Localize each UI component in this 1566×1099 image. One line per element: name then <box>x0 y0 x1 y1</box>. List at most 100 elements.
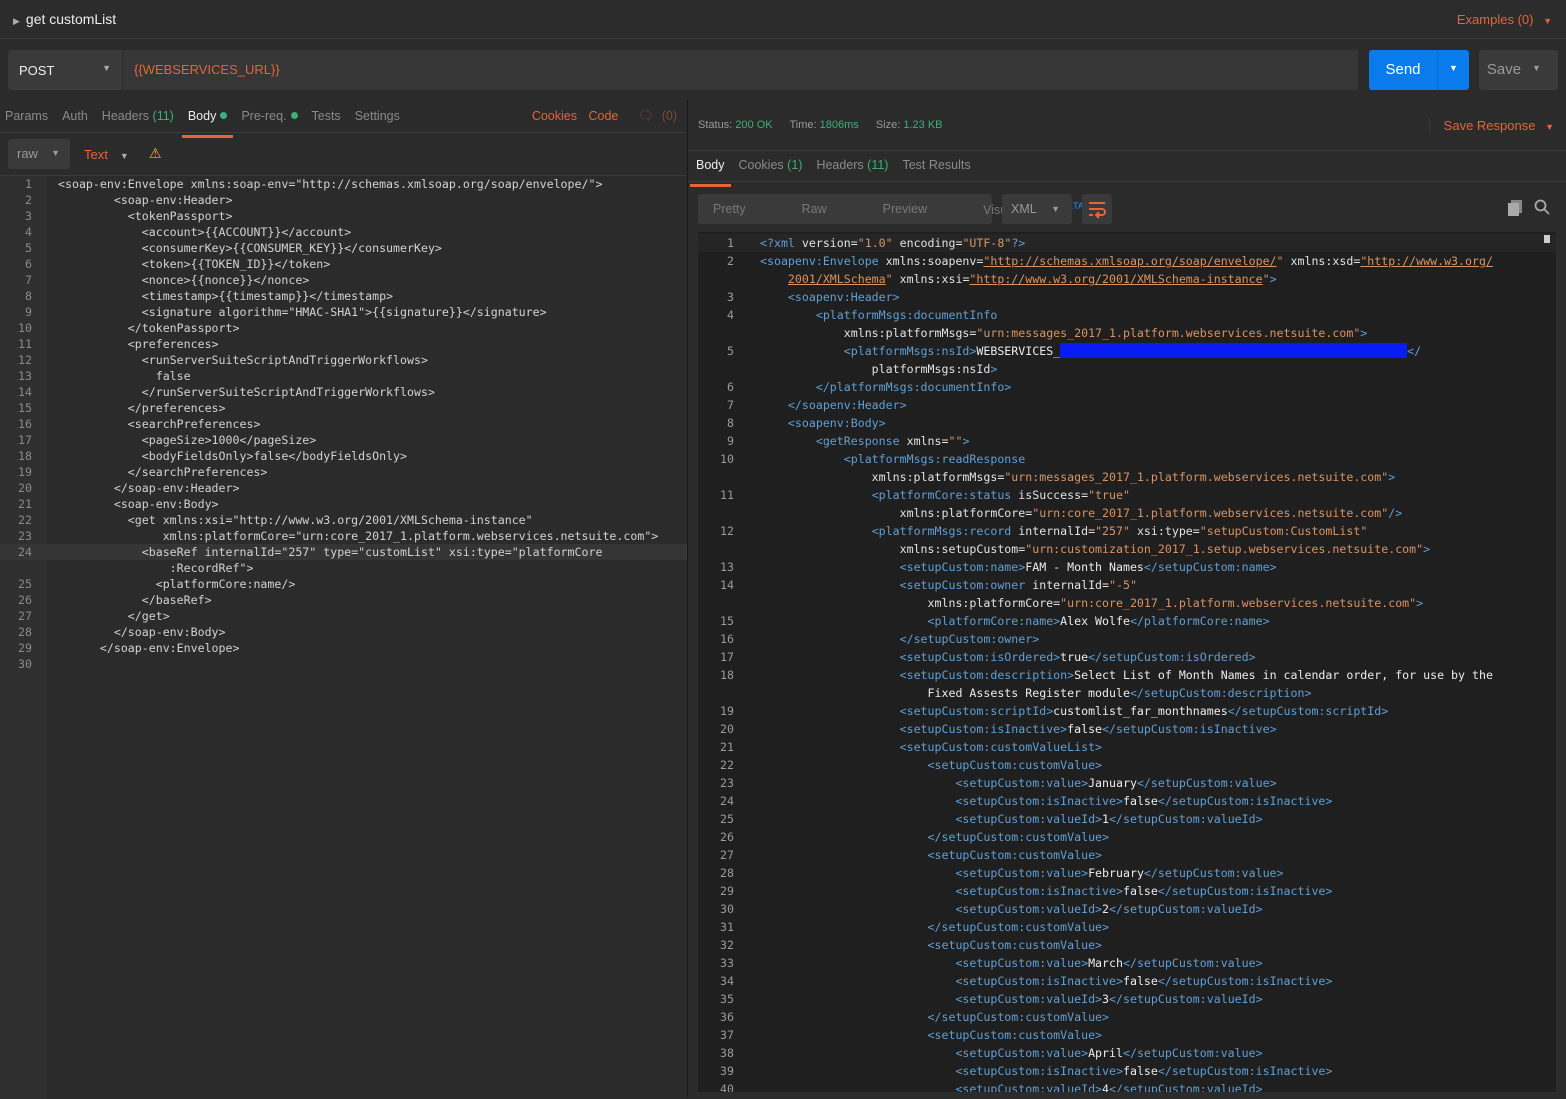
code-line: 22 <setupCustom:customValue> <box>698 756 1556 774</box>
line-text: <setupCustom:scriptId>customlist_far_mon… <box>899 704 1389 718</box>
code-line: 38 <setupCustom:value>April</setupCustom… <box>698 1044 1556 1062</box>
line-text: <platformMsgs:readResponse <box>843 452 1026 466</box>
examples-dropdown[interactable]: Examples (0) ▼ <box>1457 12 1552 27</box>
tab-label: Cookies <box>738 158 784 172</box>
body-mode-select[interactable]: raw ▼ <box>8 139 70 169</box>
tab-settings[interactable]: Settings <box>355 109 400 131</box>
tab-label: Body <box>696 158 725 172</box>
caret-right-icon[interactable]: ▶ <box>13 16 20 26</box>
line-number: 21 <box>720 740 734 754</box>
code-line: 27 </get> <box>0 608 687 624</box>
line-text: <setupCustom:description>Select List of … <box>899 668 1493 682</box>
response-body-viewer[interactable]: 1 <?xml version="1.0" encoding="UTF-8"?> 2… <box>698 232 1556 1092</box>
request-title-text: get customList <box>25 11 117 27</box>
send-options-caret-icon[interactable]: ▼ <box>1437 50 1469 90</box>
copy-icon[interactable] <box>1508 200 1522 219</box>
request-body-editor[interactable]: 1 <soap-env:Envelope xmlns:soap-env="http… <box>0 175 687 1099</box>
tab-pre-req[interactable]: Pre-req. <box>241 109 298 131</box>
response-tabs: Body Cookies (1) Headers (11) Test Results <box>690 158 985 187</box>
code-line: 23 xmlns:platformCore="urn:core_2017_1.p… <box>0 528 687 544</box>
request-panel: Params Auth Headers (11) Body Pre-req. Tests S… <box>0 100 687 1099</box>
cookies-link[interactable]: Cookies <box>532 109 577 123</box>
line-number: 5 <box>727 344 734 358</box>
line-number: 40 <box>720 1082 734 1092</box>
method-select[interactable]: POST ▼ <box>8 50 122 90</box>
line-number: 31 <box>720 920 734 934</box>
tab-body[interactable]: Body <box>181 109 233 138</box>
tab-headers[interactable]: Headers (11) <box>816 158 888 180</box>
code-line: 22 <get xmlns:xsi="http://www.w3.org/200… <box>0 512 687 528</box>
code-line: xmlns:platformMsgs="urn:messages_2017_1.… <box>698 324 1556 342</box>
line-number: 20 <box>720 722 734 736</box>
tab-label: Pre-req. <box>241 109 287 123</box>
line-number: 24 <box>18 545 32 559</box>
code-line: 14 <setupCustom:owner internalId="-5" <box>698 576 1556 594</box>
line-number: 14 <box>720 578 734 592</box>
line-text: <platformCore:name>Alex Wolfe</platformC… <box>927 614 1270 628</box>
code-link[interactable]: Code <box>588 109 618 123</box>
warning-icon[interactable]: ⚠ <box>149 145 162 162</box>
scrollbar-thumb[interactable] <box>1544 235 1550 243</box>
tab-params[interactable]: Params <box>5 109 48 131</box>
tab-headers[interactable]: Headers (11) <box>102 109 174 131</box>
code-line: 8 <timestamp>{{timestamp}}</timestamp> <box>0 288 687 304</box>
line-text: </searchPreferences> <box>58 465 268 479</box>
view-tab-pretty[interactable]: Pretty <box>713 202 774 216</box>
comments-button[interactable]: 🗨 (0) <box>630 109 677 123</box>
response-format-select[interactable]: XML ▼ <box>1002 194 1072 224</box>
view-tab-preview[interactable]: Preview <box>883 202 955 216</box>
line-text: <soap-env:Header> <box>58 193 233 207</box>
line-text: <setupCustom:isInactive>false</setupCust… <box>955 794 1333 808</box>
line-text: <consumerKey>{{CONSUMER_KEY}}</consumerK… <box>58 241 442 255</box>
line-number: 23 <box>720 776 734 790</box>
body-type-value: Text <box>84 147 108 162</box>
tab-body[interactable]: Body <box>690 158 730 187</box>
line-text: <soap-env:Body> <box>58 497 219 511</box>
status-value[interactable]: 200 OK <box>735 119 772 131</box>
tab-cookies[interactable]: Cookies (1) <box>739 158 803 180</box>
line-number: 8 <box>727 416 734 430</box>
save-response-dropdown[interactable]: Save Response ▼ <box>1428 118 1554 133</box>
body-type-select[interactable]: Text ▼ <box>84 147 129 162</box>
code-line: 17 <setupCustom:isOrdered>true</setupCus… <box>698 648 1556 666</box>
tab-tests[interactable]: Tests <box>312 109 341 131</box>
code-line: 24 <setupCustom:isInactive>false</setupC… <box>698 792 1556 810</box>
line-text: <setupCustom:valueId>2</setupCustom:valu… <box>955 902 1263 916</box>
tab-auth[interactable]: Auth <box>62 109 88 131</box>
url-input[interactable]: {{WEBSERVICES_URL}} <box>122 50 1358 90</box>
line-number: 9 <box>25 305 32 319</box>
wrap-lines-button[interactable] <box>1082 194 1112 224</box>
line-text: <soapenv:Body> <box>787 416 886 430</box>
line-text: xmlns:platformCore="urn:core_2017_1.plat… <box>760 596 1424 610</box>
tab-test-results[interactable]: Test Results <box>902 158 970 180</box>
send-button[interactable]: Send ▼ <box>1369 50 1469 90</box>
caret-down-icon: ▼ <box>1543 16 1552 26</box>
line-text: <soap-env:Envelope xmlns:soap-env="http:… <box>58 177 603 191</box>
code-line: 40 <setupCustom:valueId>4</setupCustom:v… <box>698 1080 1556 1092</box>
code-line: 17 <pageSize>1000</pageSize> <box>0 432 687 448</box>
line-text: <signature algorithm="HMAC-SHA1">{{signa… <box>58 305 547 319</box>
line-text: </runServerSuiteScriptAndTriggerWorkflow… <box>58 385 435 399</box>
save-options-caret-icon[interactable]: ▼ <box>1532 63 1541 73</box>
time-value[interactable]: 1806ms <box>820 119 859 131</box>
divider <box>0 132 687 133</box>
view-tab-raw[interactable]: Raw <box>802 202 855 216</box>
code-line: 13 false <box>0 368 687 384</box>
status-dot-icon <box>290 112 298 119</box>
line-number: 25 <box>18 577 32 591</box>
line-number: 6 <box>25 257 32 271</box>
line-number: 14 <box>18 385 32 399</box>
save-button[interactable]: Save ▼ <box>1479 50 1558 90</box>
request-title[interactable]: ▶ get customList <box>13 11 116 27</box>
line-text: <nonce>{{nonce}}</nonce> <box>58 273 310 287</box>
code-line: 10 </tokenPassport> <box>0 320 687 336</box>
size-value[interactable]: 1.23 KB <box>903 119 942 131</box>
tab-count: (1) <box>787 158 803 172</box>
search-icon[interactable] <box>1534 199 1550 218</box>
line-text: <platformMsgs:record internalId="257" xs… <box>871 524 1368 538</box>
line-number: 18 <box>18 449 32 463</box>
tab-label: Headers <box>101 109 150 123</box>
line-text: 2001/XMLSchema" xmlns:xsi="http://www.w3… <box>787 272 1277 286</box>
code-line: 16 </setupCustom:owner> <box>698 630 1556 648</box>
line-number: 13 <box>720 560 734 574</box>
